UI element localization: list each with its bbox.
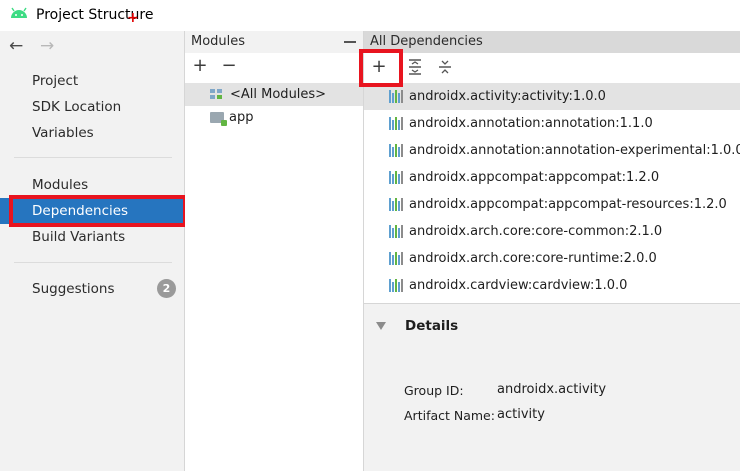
dependencies-toolbar: + [364, 53, 740, 83]
collapse-triangle-icon[interactable] [376, 322, 386, 330]
suggestions-count-badge: 2 [157, 279, 176, 298]
sidebar-item-project[interactable]: Project [0, 68, 184, 94]
back-arrow-icon[interactable]: ← [9, 36, 23, 56]
title-bar: Project Structure + [0, 0, 740, 31]
library-icon [389, 198, 404, 211]
library-icon [389, 225, 404, 238]
android-icon [11, 7, 27, 18]
add-module-button[interactable]: + [190, 56, 210, 76]
library-icon [389, 90, 404, 103]
module-label: <All Modules> [230, 87, 327, 102]
dependency-label: androidx.arch.core:core-common:2.1.0 [409, 224, 663, 239]
group-id-value: androidx.activity [497, 382, 607, 397]
dependency-label: androidx.annotation:annotation:1.1.0 [409, 116, 653, 131]
all-dependencies-header: All Dependencies [364, 31, 740, 53]
dependency-label: androidx.cardview:cardview:1.0.0 [409, 278, 628, 293]
modules-panel: Modules + − <All Modules> app [185, 31, 364, 471]
dependency-row[interactable]: androidx.arch.core:core-runtime:2.0.0 [364, 245, 740, 272]
artifact-name-value: activity [497, 407, 545, 422]
dependency-row[interactable]: androidx.annotation:annotation-experimen… [364, 137, 740, 164]
collapse-panel-button[interactable] [344, 41, 356, 43]
dependency-label: androidx.appcompat:appcompat:1.2.0 [409, 170, 660, 185]
expand-all-icon[interactable] [408, 59, 422, 75]
dependency-label: androidx.annotation:annotation-experimen… [409, 143, 740, 158]
dependency-row[interactable]: androidx.annotation:annotation:1.1.0 [364, 110, 740, 137]
library-icon [389, 117, 404, 130]
sidebar-divider [14, 157, 172, 158]
all-modules-icon [210, 89, 224, 101]
sidebar-item-build-variants[interactable]: Build Variants [0, 224, 184, 250]
modules-header: Modules [185, 31, 363, 53]
dependencies-highlight-box [9, 195, 187, 227]
dependency-row[interactable]: androidx.appcompat:appcompat:1.2.0 [364, 164, 740, 191]
dependency-label: androidx.appcompat:appcompat-resources:1… [409, 197, 727, 212]
module-folder-icon [210, 112, 227, 126]
library-icon [389, 252, 404, 265]
collapse-all-icon[interactable] [438, 59, 452, 75]
details-section: Details Group ID: androidx.activity Arti… [364, 304, 740, 471]
module-label: app [229, 110, 254, 125]
add-dependency-highlight-box [359, 49, 403, 87]
sidebar-item-variables[interactable]: Variables [0, 120, 184, 146]
library-icon [389, 279, 404, 292]
module-row-all-modules[interactable]: <All Modules> [185, 83, 363, 106]
red-cross-mark: + [127, 10, 139, 26]
library-icon [389, 171, 404, 184]
sidebar-divider [14, 262, 172, 263]
dependency-row[interactable]: androidx.cardview:cardview:1.0.0 [364, 272, 740, 299]
dependency-row[interactable]: androidx.activity:activity:1.0.0 [364, 83, 740, 110]
forward-arrow-icon: → [40, 36, 55, 56]
module-row-app[interactable]: app [185, 106, 363, 129]
dependency-row[interactable]: androidx.arch.core:core-common:2.1.0 [364, 218, 740, 245]
dependencies-panel: All Dependencies + androidx.activity:act… [364, 31, 740, 471]
dependency-label: androidx.activity:activity:1.0.0 [409, 89, 606, 104]
sidebar: ← → Project SDK Location Variables Modul… [0, 31, 185, 471]
dependency-row[interactable]: androidx.appcompat:appcompat-resources:1… [364, 191, 740, 218]
details-title: Details [405, 318, 459, 334]
artifact-name-label: Artifact Name: [404, 408, 495, 423]
remove-module-button[interactable]: − [219, 56, 239, 76]
group-id-label: Group ID: [404, 383, 464, 398]
dependency-label: androidx.arch.core:core-runtime:2.0.0 [409, 251, 657, 266]
library-icon [389, 144, 404, 157]
sidebar-item-sdk-location[interactable]: SDK Location [0, 94, 184, 120]
